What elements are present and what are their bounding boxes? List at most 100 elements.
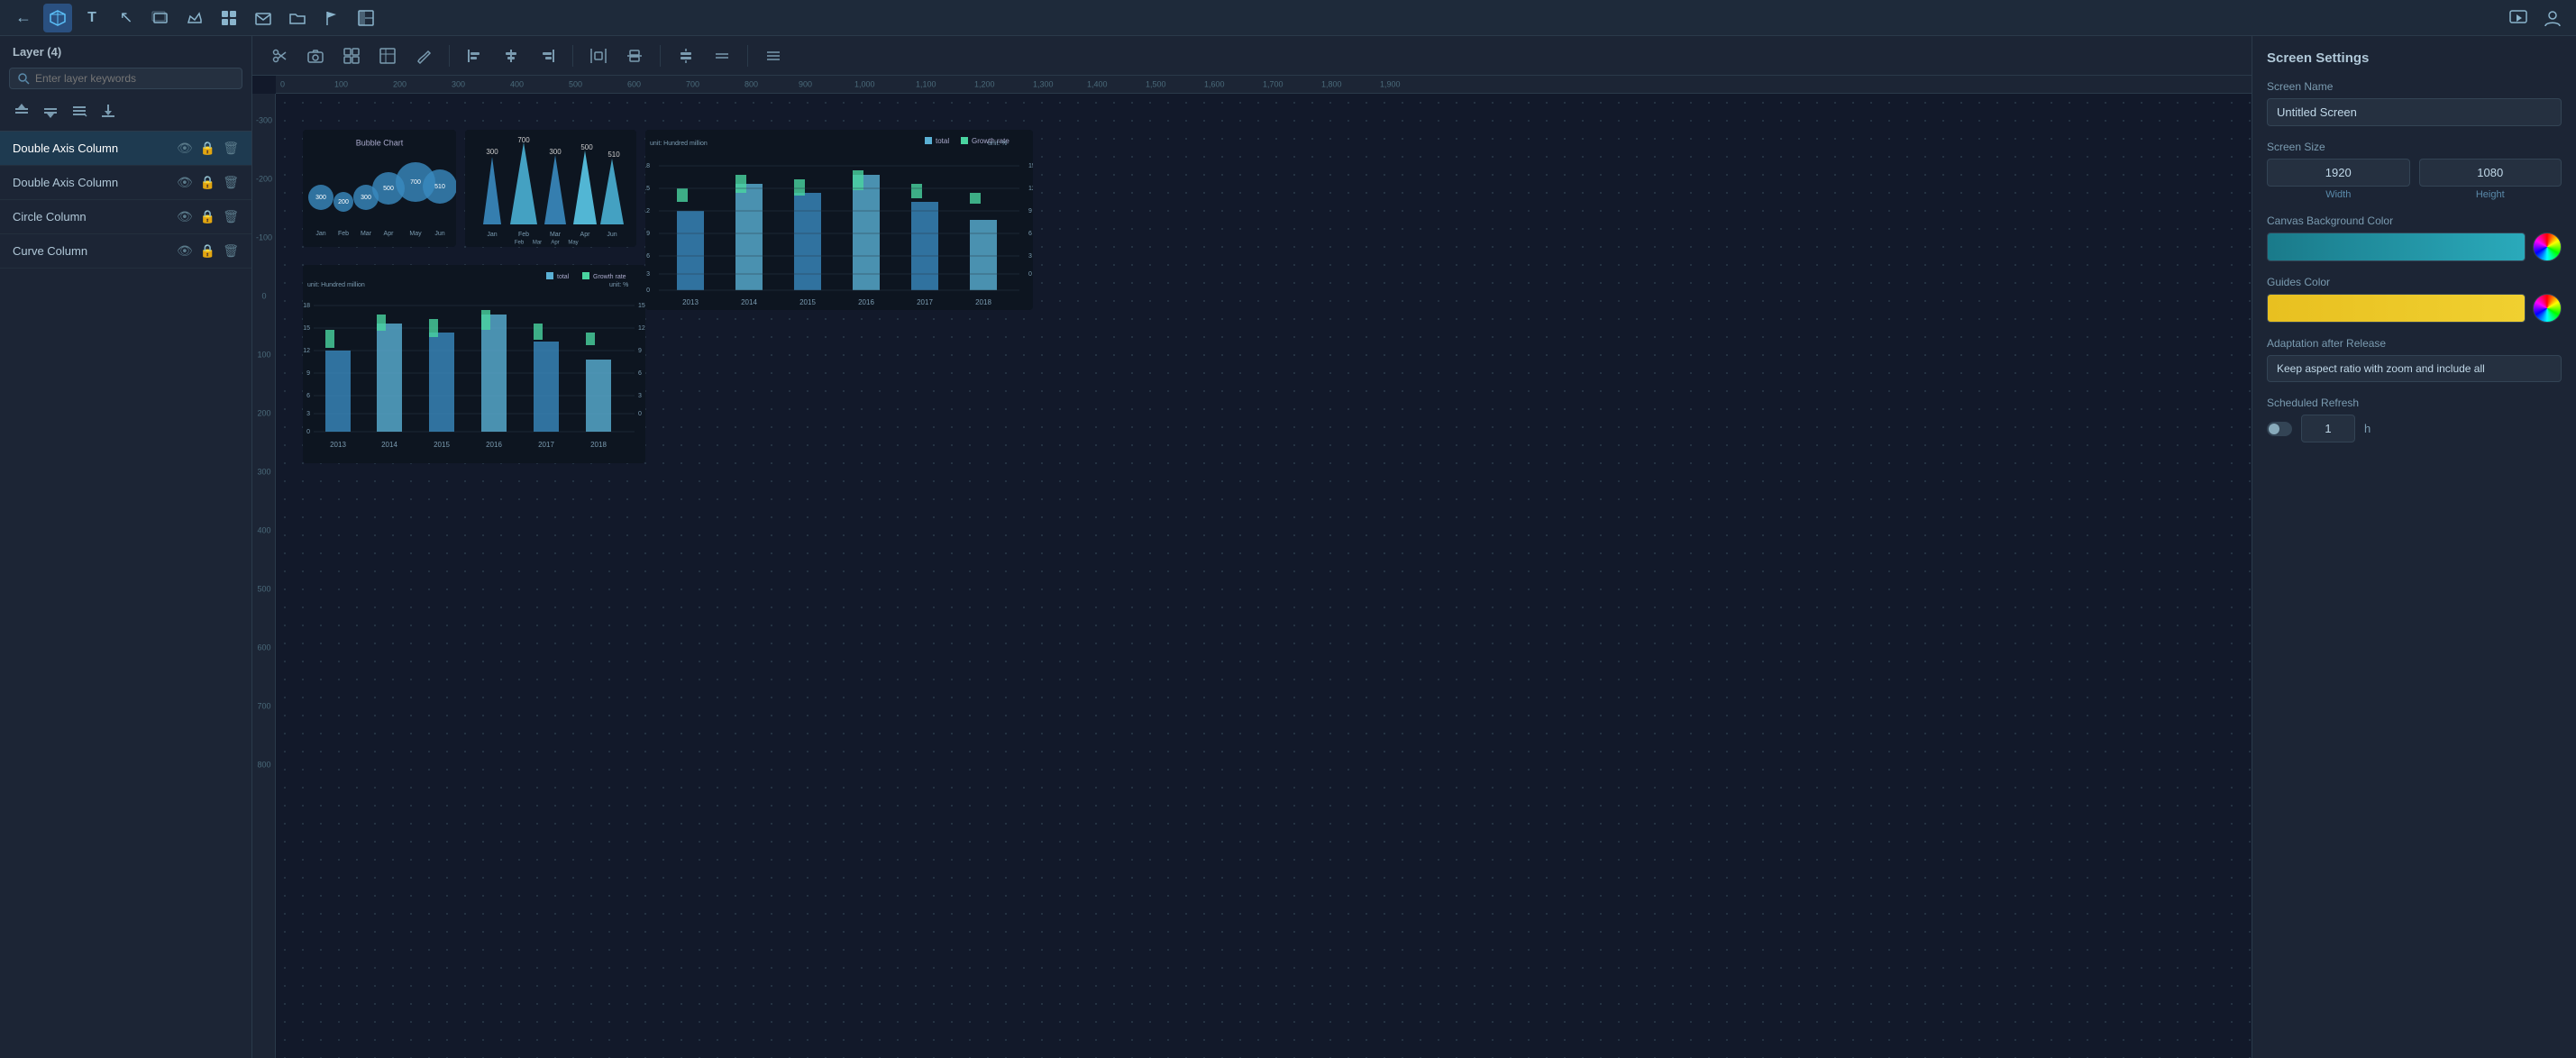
svg-text:Apr: Apr xyxy=(551,241,559,246)
svg-text:Jun: Jun xyxy=(434,231,444,237)
guides-color-input-row xyxy=(2267,294,2562,323)
screen-name-label: Screen Name xyxy=(2267,80,2562,93)
crown-icon[interactable] xyxy=(180,4,209,32)
svg-text:1,800: 1,800 xyxy=(1321,79,1342,88)
refresh-toggle[interactable] xyxy=(2267,422,2292,436)
canvas-bg-color-picker[interactable] xyxy=(2533,233,2562,261)
svg-text:700: 700 xyxy=(686,79,699,88)
svg-text:2017: 2017 xyxy=(538,441,554,449)
height-input[interactable] xyxy=(2419,159,2562,187)
layer-import-btn[interactable] xyxy=(96,98,121,123)
refresh-controls: h xyxy=(2267,415,2562,442)
top-toolbar: ← T ↖ xyxy=(0,0,2576,36)
svg-text:Mar: Mar xyxy=(361,231,372,237)
email-icon[interactable] xyxy=(249,4,278,32)
svg-text:Bubble Chart: Bubble Chart xyxy=(356,138,404,147)
flag-icon[interactable] xyxy=(317,4,346,32)
screen-size-label: Screen Size xyxy=(2267,141,2562,153)
layout-icon[interactable] xyxy=(352,4,380,32)
svg-text:-200: -200 xyxy=(256,174,272,183)
layer-item[interactable]: Circle Column 👁 🔒 🗑 xyxy=(0,200,251,234)
component-tool[interactable] xyxy=(337,41,366,70)
screen-name-input[interactable] xyxy=(2267,98,2562,126)
bubble-chart[interactable]: Bubble Chart 300 200 300 500 700 xyxy=(303,130,456,247)
visibility-icon[interactable]: 👁 xyxy=(177,175,193,190)
grid-icon[interactable] xyxy=(215,4,243,32)
layer-search-input[interactable] xyxy=(35,72,234,85)
lock-icon[interactable]: 🔒 xyxy=(200,209,215,224)
equal-spacing-tool[interactable] xyxy=(708,41,736,70)
svg-text:300: 300 xyxy=(549,148,562,156)
layer-item[interactable]: Curve Column 👁 🔒 🗑 xyxy=(0,234,251,269)
svg-text:500: 500 xyxy=(569,79,582,88)
svg-text:Jun: Jun xyxy=(607,232,617,238)
adaptation-input[interactable] xyxy=(2267,355,2562,382)
visibility-icon[interactable]: 👁 xyxy=(177,141,193,156)
more-tool[interactable] xyxy=(759,41,788,70)
folder-icon[interactable] xyxy=(283,4,312,32)
3d-icon[interactable] xyxy=(146,4,175,32)
text-icon[interactable]: T xyxy=(78,4,106,32)
svg-text:-300: -300 xyxy=(256,115,272,124)
svg-text:800: 800 xyxy=(744,79,758,88)
distribute-h-tool[interactable] xyxy=(584,41,613,70)
canvas-bg-label: Canvas Background Color xyxy=(2267,214,2562,227)
delete-icon[interactable]: 🗑 xyxy=(223,141,239,156)
back-icon[interactable]: ← xyxy=(9,4,38,32)
triangle-chart[interactable]: 700 300 300 500 510 Jan xyxy=(465,130,636,247)
separator xyxy=(449,45,450,67)
delete-icon[interactable]: 🗑 xyxy=(223,209,239,224)
scissors-tool[interactable] xyxy=(265,41,294,70)
width-input[interactable] xyxy=(2267,159,2410,187)
brush-tool[interactable] xyxy=(409,41,438,70)
svg-text:200: 200 xyxy=(393,79,406,88)
align-left-tool[interactable] xyxy=(461,41,489,70)
cursor-icon[interactable]: ↖ xyxy=(112,4,141,32)
svg-text:2014: 2014 xyxy=(741,298,757,306)
canvas-bg-swatch[interactable] xyxy=(2267,233,2526,261)
distribute-v-tool[interactable] xyxy=(620,41,649,70)
screen-size-row: Screen Size Width Height xyxy=(2267,141,2562,200)
search-box[interactable] xyxy=(9,68,242,89)
svg-text:9: 9 xyxy=(638,348,642,354)
layer-move-up-btn[interactable] xyxy=(9,98,34,123)
layer-item[interactable]: Double Axis Column 👁 🔒 🗑 xyxy=(0,166,251,200)
layer-item-icons: 👁 🔒 🗑 xyxy=(177,175,239,190)
svg-text:400: 400 xyxy=(510,79,524,88)
layer-flatten-btn[interactable] xyxy=(67,98,92,123)
delete-icon[interactable]: 🗑 xyxy=(223,175,239,190)
canvas-container[interactable]: 0 100 200 300 400 500 600 700 800 900 1,… xyxy=(252,76,2252,1058)
user-icon[interactable] xyxy=(2538,4,2567,32)
lock-icon[interactable]: 🔒 xyxy=(200,243,215,259)
guides-color-picker[interactable] xyxy=(2533,294,2562,323)
align-center-tool[interactable] xyxy=(497,41,525,70)
layer-item-name: Double Axis Column xyxy=(13,176,177,189)
svg-text:Feb: Feb xyxy=(518,232,529,238)
ruler-left: -300 -200 -100 0 100 200 300 400 500 600… xyxy=(252,94,276,1058)
layer-item[interactable]: Double Axis Column 👁 🔒 🗑 xyxy=(0,132,251,166)
size-inputs: Width Height xyxy=(2267,159,2562,200)
svg-text:700: 700 xyxy=(410,179,421,186)
double-axis-small[interactable]: total Growth rate unit: Hundred million … xyxy=(303,265,645,463)
refresh-label: Scheduled Refresh xyxy=(2267,397,2562,409)
svg-text:1,000: 1,000 xyxy=(854,79,875,88)
camera-tool[interactable] xyxy=(301,41,330,70)
visibility-icon[interactable]: 👁 xyxy=(177,209,193,224)
delete-icon[interactable]: 🗑 xyxy=(223,243,239,259)
svg-text:0: 0 xyxy=(638,411,642,417)
table-tool[interactable] xyxy=(373,41,402,70)
lock-icon[interactable]: 🔒 xyxy=(200,141,215,156)
refresh-value-input[interactable] xyxy=(2301,415,2355,442)
svg-text:6: 6 xyxy=(1028,231,1032,237)
spacing-tool[interactable] xyxy=(671,41,700,70)
preview-icon[interactable] xyxy=(2504,4,2533,32)
cube-icon[interactable] xyxy=(43,4,72,32)
lock-icon[interactable]: 🔒 xyxy=(200,175,215,190)
align-right-tool[interactable] xyxy=(533,41,562,70)
layer-move-down-btn[interactable] xyxy=(38,98,63,123)
visibility-icon[interactable]: 👁 xyxy=(177,243,193,259)
guides-color-swatch[interactable] xyxy=(2267,294,2526,323)
screen-name-row: Screen Name xyxy=(2267,80,2562,126)
center-area: 0 100 200 300 400 500 600 700 800 900 1,… xyxy=(252,36,2252,1058)
double-axis-large[interactable]: total Growth rate unit: Hundred million … xyxy=(645,130,1033,310)
